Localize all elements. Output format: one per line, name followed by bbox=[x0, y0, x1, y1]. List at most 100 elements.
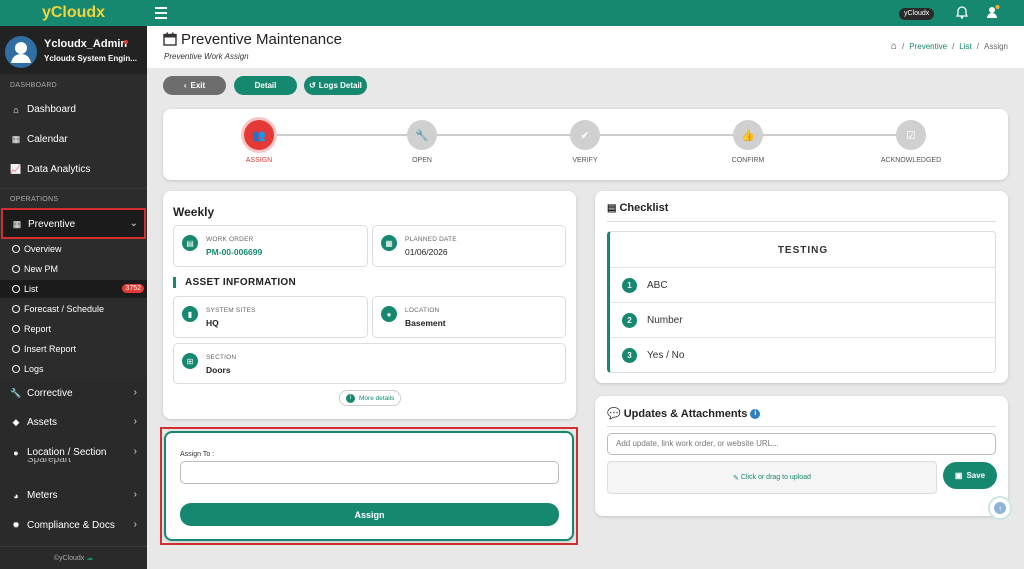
sidebar-sub-forecast[interactable]: Forecast / Schedule bbox=[12, 304, 104, 314]
checklist-item[interactable]: 1 ABC bbox=[610, 267, 996, 302]
map-pin-icon: ● bbox=[381, 306, 397, 322]
frequency-title: Weekly bbox=[173, 205, 215, 219]
profile-panel[interactable]: Ycloudx_Admin Ycloudx System Engin... bbox=[0, 26, 147, 74]
sidebar-item-preventive[interactable]: ▦ Preventive ⌄ bbox=[1, 208, 146, 239]
assign-to-input[interactable] bbox=[180, 461, 559, 484]
chevron-right-icon: › bbox=[133, 416, 137, 427]
system-sites-field: ▮ SYSTEM SITES HQ bbox=[173, 296, 368, 338]
step-assign-icon[interactable]: 👥 bbox=[244, 120, 274, 150]
sidebar-item-location[interactable]: ● Location / Section bbox=[10, 447, 113, 458]
planned-date-field: ▦ PLANNED DATE 01/06/2026 bbox=[372, 225, 566, 267]
step-verify-icon[interactable]: ✔ bbox=[570, 120, 600, 150]
floppy-icon: ▣ bbox=[954, 471, 963, 480]
scroll-to-top-button[interactable]: ↑ bbox=[988, 496, 1012, 520]
tag-icon: ◆ bbox=[12, 417, 20, 427]
paperclip-icon: ✎ bbox=[733, 474, 739, 482]
section-field: ⊞ SECTION Doors bbox=[173, 343, 566, 384]
sidebar-footer: ©yCloudx ☁ bbox=[53, 555, 94, 562]
checklist-card: ▤ Checklist TESTING 1 ABC 2 Number 3 Yes / N… bbox=[595, 191, 1008, 383]
detail-button[interactable]: Detail bbox=[234, 76, 297, 95]
step-label-acknowledged: ACKNOWLEDGED bbox=[880, 157, 942, 164]
sidebar: Ycloudx_Admin Ycloudx System Engin... DA… bbox=[0, 26, 147, 569]
sidebar-sub-insert-report[interactable]: Insert Report bbox=[12, 344, 76, 354]
save-button[interactable]: ▣ Save bbox=[943, 462, 997, 489]
sidebar-item-sparepart[interactable]: Sparepart bbox=[27, 458, 71, 465]
assign-card: Assign To : Assign bbox=[164, 431, 574, 541]
history-icon: ↺ bbox=[309, 81, 316, 90]
checklist-header: ▤ Checklist bbox=[607, 202, 669, 214]
sidebar-item-corrective[interactable]: 🔧 Corrective bbox=[10, 388, 72, 399]
home-icon[interactable]: ⌂ bbox=[891, 41, 897, 52]
progress-stepper: 👥 🔧 ✔ 👍 ☑ ASSIGN OPEN VERIFY CONFIRM ACK… bbox=[163, 109, 1008, 180]
updates-header: 💬 Updates & Attachments i bbox=[607, 407, 761, 420]
assign-button[interactable]: Assign bbox=[180, 503, 559, 526]
bell-icon[interactable] bbox=[955, 5, 969, 24]
chevron-right-icon: › bbox=[133, 387, 137, 398]
checklist-item[interactable]: 2 Number bbox=[610, 302, 996, 337]
logs-detail-button[interactable]: ↺ Logs Detail bbox=[304, 76, 367, 95]
sidebar-item-dashboard[interactable]: ⌂ Dashboard bbox=[10, 104, 76, 115]
sidebar-sub-logs[interactable]: Logs bbox=[12, 364, 44, 374]
breadcrumb-current: Assign bbox=[983, 42, 1008, 51]
home-icon: ⌂ bbox=[13, 104, 19, 115]
breadcrumb-link-preventive[interactable]: Preventive bbox=[909, 42, 947, 51]
sitemap-icon: ⊞ bbox=[182, 353, 198, 369]
sidebar-item-calendar[interactable]: ▦ Calendar bbox=[10, 134, 68, 145]
step-label-assign: ASSIGN bbox=[245, 157, 273, 164]
profile-name: Ycloudx_Admin bbox=[44, 38, 128, 50]
calendar-icon: ▦ bbox=[11, 134, 21, 144]
section-label-operations: OPERATIONS bbox=[10, 196, 59, 203]
update-input[interactable]: Add update, link work order, or website … bbox=[607, 433, 996, 455]
asset-info-heading: ASSET INFORMATION bbox=[173, 277, 296, 288]
checklist-item[interactable]: 3 Yes / No bbox=[610, 337, 996, 372]
sidebar-sub-list[interactable]: List 3752 bbox=[0, 280, 147, 298]
updates-card: 💬 Updates & Attachments i Add update, lin… bbox=[595, 396, 1008, 516]
work-order-link[interactable]: PM-00-006699 bbox=[206, 247, 262, 257]
page-subtitle: Preventive Work Assign bbox=[164, 52, 249, 61]
comment-icon: 💬 bbox=[607, 408, 621, 420]
chart-icon: 📈 bbox=[10, 164, 22, 174]
location-field: ● LOCATION Basement bbox=[372, 296, 566, 338]
chevron-left-icon: ‹ bbox=[183, 81, 187, 90]
step-confirm-icon[interactable]: 👍 bbox=[733, 120, 763, 150]
user-icon[interactable] bbox=[985, 4, 1001, 25]
building-icon: ▮ bbox=[182, 306, 198, 322]
document-icon: ▤ bbox=[182, 235, 198, 251]
section-label-dashboard: DASHBOARD bbox=[10, 82, 58, 89]
calendar-icon bbox=[163, 32, 177, 51]
online-dot-icon bbox=[124, 40, 128, 44]
breadcrumb-link-list[interactable]: List bbox=[959, 42, 971, 51]
sidebar-item-label: Dashboard bbox=[27, 104, 76, 115]
sidebar-item-assets[interactable]: ◆ Assets bbox=[10, 417, 57, 428]
sidebar-sub-report[interactable]: Report bbox=[12, 324, 51, 334]
breadcrumb: ⌂ / Preventive / List / Assign bbox=[890, 41, 1008, 52]
user-chip[interactable]: yCloudx bbox=[899, 8, 935, 20]
gear-icon: ✹ bbox=[12, 520, 20, 530]
hamburger-menu-icon[interactable] bbox=[155, 7, 167, 19]
work-order-field: ▤ WORK ORDER PM-00-006699 bbox=[173, 225, 368, 267]
sidebar-item-label: Data Analytics bbox=[27, 164, 91, 175]
step-acknowledged-icon[interactable]: ☑ bbox=[896, 120, 926, 150]
info-icon[interactable]: i bbox=[750, 408, 761, 419]
sidebar-item-data-analytics[interactable]: 📈 Data Analytics bbox=[10, 164, 90, 175]
sidebar-sub-new-pm[interactable]: New PM bbox=[12, 264, 58, 274]
main-content: Preventive Maintenance Preventive Work A… bbox=[147, 26, 1024, 569]
map-pin-icon: ● bbox=[13, 447, 19, 458]
assign-to-label: Assign To : bbox=[180, 451, 215, 458]
sidebar-item-compliance[interactable]: ✹ Compliance & Docs bbox=[10, 520, 115, 531]
sidebar-sub-overview[interactable]: Overview bbox=[12, 244, 62, 254]
step-label-verify: VERIFY bbox=[572, 157, 598, 164]
sidebar-item-meters[interactable]: ◕ Meters bbox=[10, 490, 57, 501]
brand-logo[interactable]: yCloudx bbox=[0, 0, 147, 26]
checklist-panel: TESTING 1 ABC 2 Number 3 Yes / No bbox=[607, 231, 996, 373]
upload-dropzone[interactable]: ✎ Click or drag to upload bbox=[607, 461, 937, 494]
exit-button[interactable]: ‹ Exit bbox=[163, 76, 226, 95]
work-order-card: Weekly ▤ WORK ORDER PM-00-006699 ▦ PLANN… bbox=[163, 191, 576, 419]
checklist-group-title: TESTING bbox=[777, 245, 829, 256]
arrow-up-icon: ↑ bbox=[994, 502, 1006, 514]
more-details-button[interactable]: i More details bbox=[339, 390, 402, 406]
step-open-icon[interactable]: 🔧 bbox=[407, 120, 437, 150]
list-icon: ▤ bbox=[607, 202, 617, 214]
step-label-confirm: CONFIRM bbox=[731, 157, 765, 164]
calendar-icon: ▦ bbox=[381, 235, 397, 251]
